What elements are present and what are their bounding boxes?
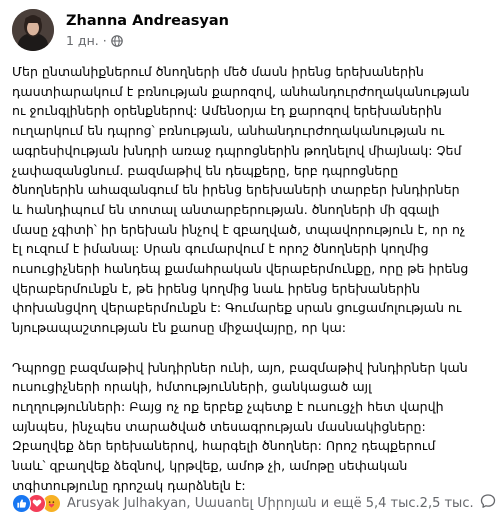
comment-icon	[474, 493, 496, 513]
text-line: ուղարկում են դպրոց՝ բռնության, անհանդուր…	[12, 123, 445, 139]
comments-count-text: 2,5 тыс.	[419, 495, 474, 511]
text-line: նյութապաշտության էն քաոսը միջավայրը, որ …	[12, 320, 346, 336]
text-line: այնպես, ինչպես տարածված տեսագրության մաս…	[12, 418, 426, 434]
text-line: փոխանցվող վերաբերմունքն է: Գումարեք սրան…	[12, 300, 462, 316]
comments-count[interactable]: 2,5 тыс.	[420, 493, 496, 513]
text-line: ծնողներին ահազանգում են իրենց երեխաների …	[12, 182, 460, 198]
like-icon	[12, 493, 31, 513]
separator-dot: ·	[102, 32, 107, 48]
post-footer: Arusyak Julhakyan, Սաuanել Միրոյան и ещё…	[12, 492, 495, 514]
post-time[interactable]: 1 дн.	[66, 32, 99, 49]
post-paragraph-2: Դպրոցը բազմաթիվ խնդիրներ ունի, այո, բազմ…	[12, 358, 496, 496]
text-line: Մեր ընտանիքներում ծնողների մեծ մասն իրեն…	[12, 64, 424, 79]
avatar[interactable]	[12, 9, 54, 51]
text-line: նաև՝ զբաղվեք ձեզնով, կրթվեք, ամոթ չի, ամ…	[12, 458, 408, 474]
post-body: Մեր ընտանիքներում ծնողների մեծ մասն իրեն…	[12, 62, 496, 495]
post-paragraph-1: Մեր ընտանիքներում ծնողների մեծ մասն իրեն…	[12, 62, 496, 338]
reactions-text: Arusyak Julhakyan, Սաuanել Միրոյան и ещё…	[67, 495, 420, 511]
text-line: ուսուցիչների հանդեպ քամահրական վերաբերմո…	[12, 261, 469, 277]
text-line: Զբաղվեք ձեր երեխաներով, հարգելի ծնողներ:…	[12, 438, 436, 454]
text-line: վերաբերմունքն է, թե իրենց կողմից նաև իրե…	[12, 280, 420, 296]
text-line: դաստիարակում է բռնության քարոզով, անհանդ…	[12, 83, 470, 99]
text-line: էլ ուզում է իմանալ: Սրան գումարվում է որ…	[12, 241, 429, 257]
text-line: Դպրոցը բազմաթիվ խնդիրներ ունի, այո, բազմ…	[12, 359, 468, 375]
text-line: ուղղությունների: Բայց ոչ ոք երբեք չպետք …	[12, 398, 444, 414]
text-line: ուսուցիչների որակի, հմտությունների, ցանկ…	[12, 379, 372, 395]
text-line: ագրեսիվության խնդրի առաջ դպրոցներին թողն…	[12, 142, 462, 158]
reactions-summary[interactable]: Arusyak Julhakyan, Սաuanել Միրոյան и ещё…	[12, 493, 420, 513]
post-meta: Zhanna Andreasyan 1 дн. ·	[66, 12, 229, 49]
author-name[interactable]: Zhanna Andreasyan	[66, 12, 229, 31]
post-header: Zhanna Andreasyan 1 дн. ·	[12, 8, 229, 52]
globe-icon	[110, 34, 123, 47]
facebook-post: Zhanna Andreasyan 1 дн. · Մեր ընտանիքներ…	[0, 0, 502, 517]
post-subline: 1 дн. ·	[66, 32, 229, 49]
text-line: մասը չգիտի՝ իր երեխան ինչով է զբաղված, տ…	[12, 221, 466, 237]
text-line: չափազանցնում. բազմաթիվ են դեպքերը, երբ դ…	[12, 162, 399, 178]
text-line: և հանդիպում են տոտալ անտարբերության. ծնո…	[12, 201, 440, 217]
text-line: ու ջունգլիների օրենքներով: Ամենօրյա էդ ք…	[12, 103, 442, 119]
